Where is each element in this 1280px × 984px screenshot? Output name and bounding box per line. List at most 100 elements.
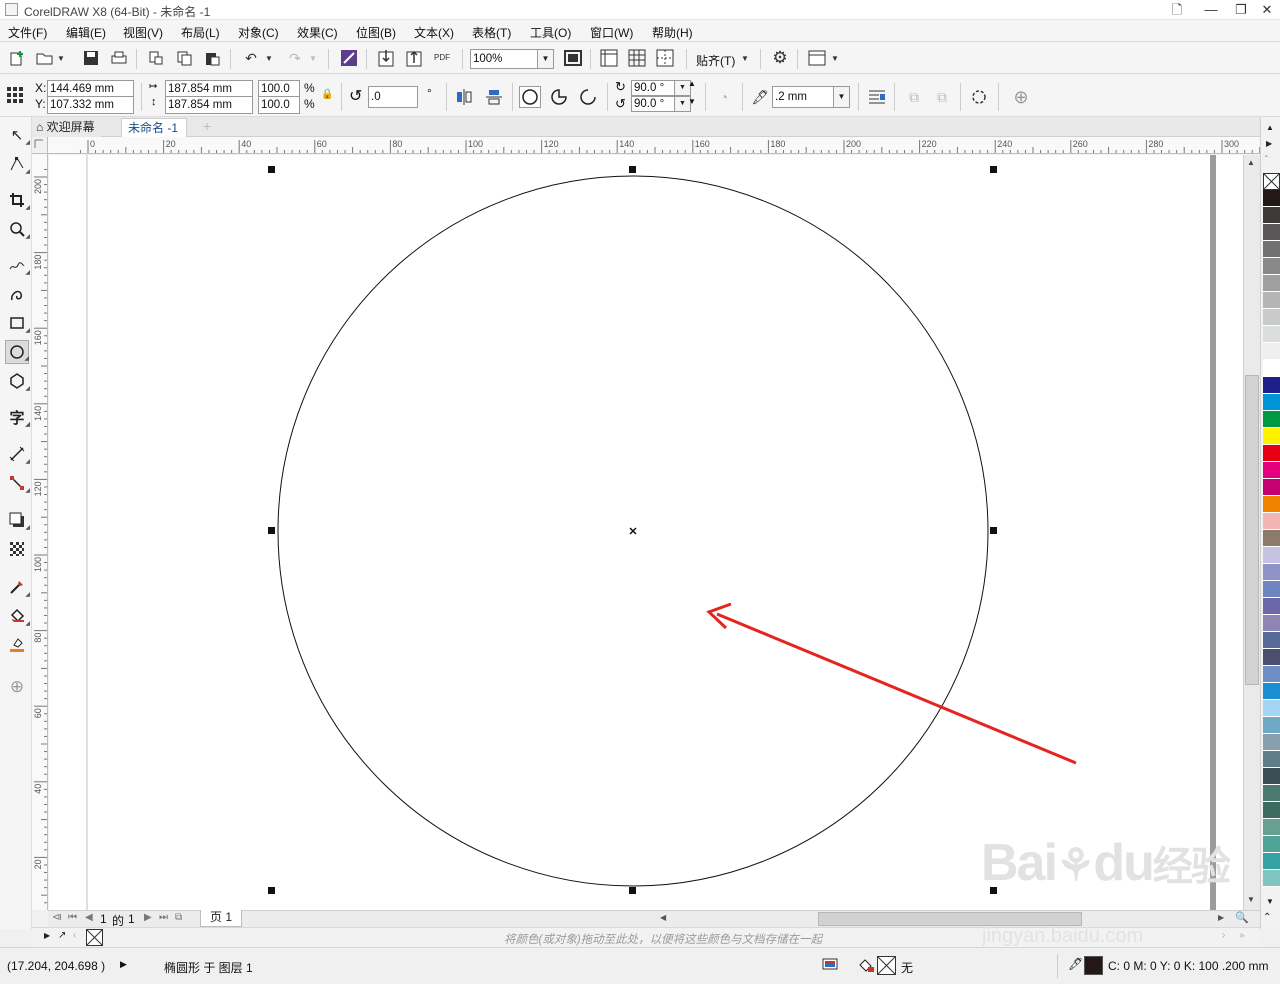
vertical-ruler[interactable]: 200 180 160 140 120 100 80 60 40 20 <box>32 154 48 910</box>
search-content-icon[interactable] <box>338 47 360 69</box>
polygon-tool-icon[interactable]: ◢ <box>5 369 30 393</box>
color-swatch[interactable] <box>1263 649 1280 666</box>
color-swatch[interactable] <box>1263 377 1280 394</box>
color-swatch[interactable] <box>1263 360 1280 377</box>
ruler-origin[interactable] <box>32 137 48 154</box>
color-swatch[interactable] <box>1263 411 1280 428</box>
zoom-tool-icon[interactable]: ◢ <box>5 217 30 241</box>
color-swatch[interactable] <box>1263 683 1280 700</box>
color-proof-icon[interactable] <box>822 957 838 976</box>
color-swatch[interactable] <box>1263 462 1280 479</box>
print-icon[interactable] <box>108 47 130 69</box>
scale-height-field[interactable]: 100.0 <box>258 96 300 114</box>
color-swatch[interactable] <box>1263 241 1280 258</box>
color-swatch[interactable] <box>1263 479 1280 496</box>
crop-tool-icon[interactable]: ◢ <box>5 188 30 212</box>
paste-icon[interactable] <box>201 47 223 69</box>
chevron-down-icon[interactable]: ▼ <box>738 47 752 69</box>
color-swatch[interactable] <box>1263 819 1280 836</box>
color-swatch[interactable] <box>1263 496 1280 513</box>
scroll-up-icon[interactable]: ▲ <box>1247 158 1255 167</box>
freehand-tool-icon[interactable]: ◢ <box>5 253 30 277</box>
color-swatch[interactable] <box>1263 581 1280 598</box>
color-swatch[interactable] <box>1263 394 1280 411</box>
color-swatch[interactable] <box>1263 428 1280 445</box>
close-button[interactable]: ✕ <box>1250 0 1280 20</box>
color-swatch[interactable] <box>1263 751 1280 768</box>
copy-icon[interactable] <box>173 47 195 69</box>
last-page-icon[interactable]: ⏭ <box>159 912 168 923</box>
mirror-horizontal-icon[interactable] <box>453 86 475 108</box>
first-page-icon[interactable]: ⧏ <box>52 912 62 923</box>
prev-page-first-icon[interactable]: ⏮ <box>68 912 77 923</box>
spinner-down-icon[interactable]: ▼ <box>688 97 696 106</box>
chevron-down-icon[interactable]: ▼ <box>262 47 276 69</box>
color-swatch[interactable] <box>1263 870 1280 887</box>
color-swatch[interactable] <box>1263 615 1280 632</box>
ellipse-tool-icon[interactable]: ◢ <box>5 340 29 364</box>
arc-mode-icon[interactable] <box>577 86 599 108</box>
shape-tool-icon[interactable]: ◢ <box>5 152 30 176</box>
palette-options-icon[interactable]: » <box>1239 930 1245 941</box>
palette-scroll-left-icon[interactable]: ‹ <box>73 930 76 941</box>
palette-up-icon[interactable]: ▲ <box>1266 123 1274 132</box>
menu-object[interactable]: 对象(C) <box>238 24 279 41</box>
tab-document[interactable]: 未命名 -1 <box>121 118 187 137</box>
wrap-text-icon[interactable] <box>866 86 888 108</box>
scroll-left-icon[interactable]: ◀ <box>660 913 666 922</box>
color-swatch[interactable] <box>1263 258 1280 275</box>
rectangle-tool-icon[interactable]: ◢ <box>5 311 30 335</box>
menu-file[interactable]: 文件(F) <box>8 24 47 41</box>
color-swatch[interactable] <box>1263 853 1280 870</box>
smart-fill-tool-icon[interactable] <box>5 633 29 657</box>
outline-width-dropdown-icon[interactable]: ▼ <box>834 86 850 108</box>
object-origin-icon[interactable] <box>4 84 26 106</box>
color-swatch[interactable] <box>1263 717 1280 734</box>
zoom-dropdown-icon[interactable]: ▼ <box>538 49 554 69</box>
redo-icon[interactable]: ↷ <box>284 47 306 69</box>
page-tab[interactable]: 页 1 <box>200 910 242 927</box>
show-rulers-icon[interactable] <box>598 47 620 69</box>
outline-width-field[interactable]: .2 mm <box>772 86 834 108</box>
color-swatch[interactable] <box>1263 207 1280 224</box>
lock-ratio-icon[interactable]: 🔒 <box>321 89 333 100</box>
open-folder-icon[interactable] <box>34 47 56 69</box>
color-swatch[interactable] <box>1263 326 1280 343</box>
menu-help[interactable]: 帮助(H) <box>652 24 693 41</box>
status-expand-icon[interactable]: ▶ <box>120 959 127 970</box>
outline-color-swatch[interactable] <box>1084 956 1103 975</box>
color-swatch[interactable] <box>1263 292 1280 309</box>
add-tab-icon[interactable]: + <box>197 118 217 137</box>
color-swatch[interactable] <box>1263 632 1280 649</box>
quick-customize-icon[interactable]: ⊕ <box>5 675 29 699</box>
color-swatch[interactable] <box>1263 530 1280 547</box>
end-angle-field[interactable]: 90.0 ° <box>631 96 675 112</box>
change-direction-icon[interactable]: ◔ <box>713 86 735 108</box>
undo-icon[interactable]: ↶ <box>240 47 262 69</box>
palette-options-icon[interactable]: ▶ <box>1266 139 1272 148</box>
chevron-down-icon[interactable]: ▼ <box>306 47 320 69</box>
palette-scroll-right-icon[interactable]: › <box>1222 930 1225 941</box>
menu-effects[interactable]: 效果(C) <box>297 24 338 41</box>
drawing-canvas[interactable]: Bai⚘du经验 <box>49 155 1243 910</box>
pick-tool-icon[interactable]: ↖ ◢ <box>5 123 30 147</box>
menu-view[interactable]: 视图(V) <box>123 24 163 41</box>
rotation-field[interactable]: .0 <box>368 86 418 108</box>
ellipse-mode-icon[interactable] <box>519 86 541 108</box>
drop-shadow-tool-icon[interactable]: ◢ <box>5 508 30 532</box>
palette-scroll-up-icon[interactable]: ⌃ <box>1263 154 1270 163</box>
vertical-scrollbar[interactable]: ▲ ▼ <box>1243 155 1260 910</box>
y-position-field[interactable]: 107.332 mm <box>47 96 134 114</box>
show-grid-icon[interactable] <box>626 47 648 69</box>
palette-expand-icon[interactable]: ⌃ <box>1263 912 1271 923</box>
menu-text[interactable]: 文本(X) <box>414 24 454 41</box>
save-icon[interactable] <box>80 47 102 69</box>
publish-pdf-icon[interactable]: PDF <box>431 47 453 69</box>
color-swatch[interactable] <box>1263 309 1280 326</box>
pie-mode-icon[interactable] <box>548 86 570 108</box>
menu-tools[interactable]: 工具(O) <box>530 24 571 41</box>
palette-edit-icon[interactable]: ↗ <box>58 930 66 941</box>
no-color-swatch[interactable] <box>86 929 103 946</box>
quick-customize-icon[interactable]: ⊕ <box>1010 86 1032 108</box>
color-swatch[interactable] <box>1263 666 1280 683</box>
